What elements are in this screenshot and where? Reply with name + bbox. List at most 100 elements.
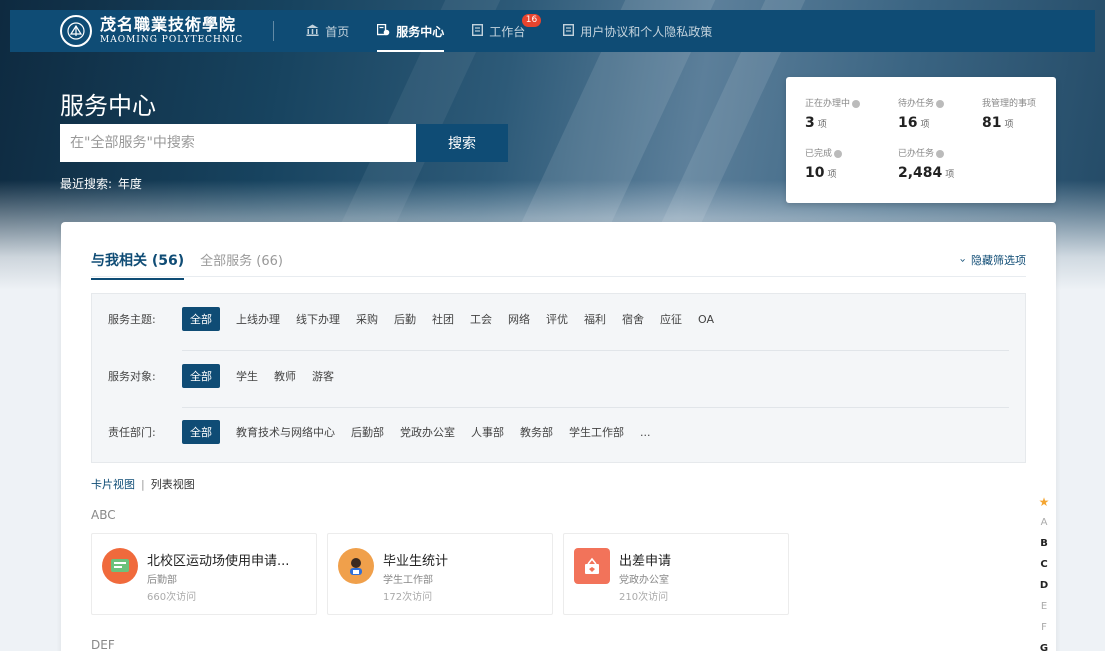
chevron-down-icon: › — [956, 258, 970, 263]
stat-managed[interactable]: 我管理的事项 81 项 — [982, 96, 1036, 131]
filter-chip[interactable]: 线下办理 — [296, 311, 340, 327]
stat-label: 待办任务 — [898, 99, 935, 109]
filter-chip[interactable]: 采购 — [356, 311, 378, 327]
filter-label: 服务主题: — [108, 313, 156, 326]
filter-chip[interactable]: 网络 — [508, 311, 530, 327]
service-card[interactable]: 北校区运动场使用申请... 后勤部 660次访问 — [91, 533, 317, 615]
stat-unit: 项 — [1004, 120, 1014, 130]
workbench-icon — [472, 23, 484, 39]
recent-search-item[interactable]: 年度 — [118, 177, 142, 191]
filter-chip[interactable]: 上线办理 — [236, 311, 280, 327]
filter-chip[interactable]: 工会 — [470, 311, 492, 327]
filter-chip[interactable]: 全部 — [182, 364, 220, 388]
view-toggle: 卡片视图 | 列表视图 — [91, 478, 195, 491]
graduate-icon — [338, 548, 374, 584]
group-title-def: DEF — [91, 638, 115, 651]
nav-item-privacy-policy[interactable]: 用户协议和个人隐私政策 — [563, 10, 712, 52]
stat-value: 10 — [805, 165, 825, 181]
logo-name-cn: 茂名職業技術學院 — [100, 15, 237, 34]
stat-unit: 项 — [920, 120, 930, 130]
alphabet-letter[interactable]: G — [1037, 638, 1051, 651]
filter-chip[interactable]: OA — [698, 313, 714, 326]
filter-chip[interactable]: 游客 — [312, 368, 334, 384]
filter-chip[interactable]: 教育技术与网络中心 — [236, 424, 335, 440]
stat-value: 3 — [805, 115, 815, 131]
tab-all-services[interactable]: 全部服务 (66) — [200, 250, 283, 269]
filter-row-audience: 服务对象: 全部 学生 教师 游客 — [108, 364, 1009, 388]
filter-chip[interactable]: 后勤 — [394, 311, 416, 327]
nav-divider — [273, 21, 275, 41]
alphabet-letter[interactable]: B — [1037, 533, 1051, 554]
tab-related-to-me[interactable]: 与我相关 (56) — [91, 250, 185, 280]
page-title: 服务中心 — [60, 92, 156, 120]
search-box: 搜索 — [60, 124, 508, 162]
filter-chip[interactable]: 宿舍 — [622, 311, 644, 327]
filter-chip[interactable]: 党政办公室 — [400, 424, 455, 440]
list-view-toggle[interactable]: 列表视图 — [151, 478, 195, 491]
card-title: 毕业生统计 — [383, 554, 449, 569]
filter-divider — [182, 407, 1009, 408]
filter-chip[interactable]: 福利 — [584, 311, 606, 327]
recent-searches: 最近搜索: 年度 — [60, 175, 142, 192]
venue-icon — [102, 548, 138, 584]
hide-filter-label: 隐藏筛选项 — [971, 254, 1026, 267]
stat-todo[interactable]: 待办任务 16 项 — [898, 96, 945, 131]
filter-chip[interactable]: 社团 — [432, 311, 454, 327]
card-title: 出差申请 — [619, 554, 672, 569]
search-button[interactable]: 搜索 — [416, 124, 508, 162]
notification-badge: 16 — [521, 14, 542, 27]
stats-card: 正在办理中 3项 待办任务 16 项 我管理的事项 81 项 已完成 10 项 已办任… — [786, 77, 1056, 203]
filter-label: 责任部门: — [108, 426, 156, 439]
filter-chip[interactable]: 学生工作部 — [569, 424, 624, 440]
stat-value: 2,484 — [898, 165, 943, 181]
filter-chip[interactable]: 教务部 — [520, 424, 553, 440]
filter-chip[interactable]: 后勤部 — [351, 424, 384, 440]
stat-in-progress[interactable]: 正在办理中 3项 — [805, 96, 861, 131]
search-input[interactable] — [60, 124, 416, 162]
service-card[interactable]: 毕业生统计 学生工作部 172次访问 — [327, 533, 553, 615]
info-icon — [936, 99, 945, 108]
filter-panel: 服务主题: 全部 上线办理 线下办理 采购 后勤 社团 工会 网络 评优 福利 … — [91, 293, 1026, 463]
filter-chip[interactable]: 人事部 — [471, 424, 504, 440]
stat-label: 已办任务 — [898, 149, 935, 159]
nav-item-home[interactable]: 首页 — [306, 10, 349, 52]
logo-emblem-icon — [60, 15, 92, 47]
stat-unit: 项 — [827, 170, 837, 180]
filter-chip-more[interactable]: ... — [640, 426, 651, 439]
star-icon[interactable]: ★ — [1037, 492, 1051, 512]
nav-item-label: 首页 — [325, 24, 350, 39]
alphabet-letter[interactable]: A — [1037, 512, 1051, 533]
filter-chip[interactable]: 教师 — [274, 368, 296, 384]
alphabet-letter[interactable]: C — [1037, 554, 1051, 575]
filter-chip[interactable]: 全部 — [182, 420, 220, 444]
nav-item-workbench[interactable]: 工作台 16 — [472, 10, 542, 52]
nav-item-service-center[interactable]: 服务中心 — [377, 10, 445, 52]
alphabet-letter[interactable]: D — [1037, 575, 1051, 596]
filter-label: 服务对象: — [108, 370, 156, 383]
stat-label: 我管理的事项 — [982, 99, 1037, 109]
card-view-toggle[interactable]: 卡片视图 — [91, 478, 135, 491]
service-icon — [377, 23, 390, 39]
hide-filter-toggle[interactable]: › 隐藏筛选项 — [956, 252, 1026, 268]
nav-item-label: 服务中心 — [396, 24, 445, 39]
filter-row-topic: 服务主题: 全部 上线办理 线下办理 采购 后勤 社团 工会 网络 评优 福利 … — [108, 307, 1009, 331]
filter-chip[interactable]: 全部 — [182, 307, 220, 331]
filter-chip[interactable]: 评优 — [546, 311, 568, 327]
tabs-divider — [91, 276, 1026, 277]
filter-chip[interactable]: 学生 — [236, 368, 258, 384]
alphabet-letter[interactable]: E — [1037, 596, 1051, 617]
card-department: 党政办公室 — [619, 575, 669, 586]
document-icon — [563, 23, 575, 39]
service-tabs: 与我相关 (56) 全部服务 (66) — [91, 250, 299, 280]
alphabet-letter[interactable]: F — [1037, 617, 1051, 638]
stat-value: 81 — [982, 115, 1002, 131]
stat-completed[interactable]: 已完成 10 项 — [805, 146, 843, 181]
stat-label: 已完成 — [805, 149, 833, 159]
logo[interactable]: 茂名職業技術學院 MAOMING POLYTECHNIC — [60, 15, 243, 47]
filter-chip[interactable]: 应征 — [660, 311, 682, 327]
stat-done-tasks[interactable]: 已办任务 2,484 项 — [898, 146, 954, 181]
bank-icon — [306, 24, 319, 39]
service-card[interactable]: 出差申请 党政办公室 210次访问 — [563, 533, 789, 615]
stat-value: 16 — [898, 115, 918, 131]
info-icon — [852, 99, 861, 108]
